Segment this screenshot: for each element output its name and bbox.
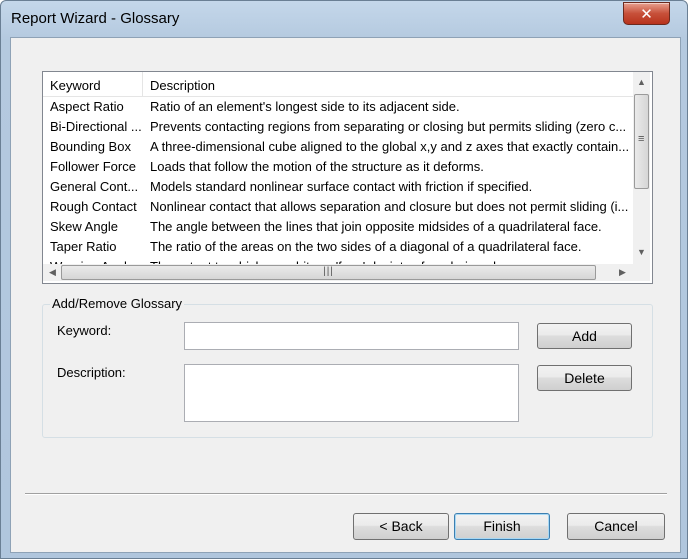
close-button[interactable]: ✕	[623, 2, 670, 25]
scroll-up-icon[interactable]: ▲	[633, 74, 650, 91]
description-cell: Models standard nonlinear surface contac…	[150, 179, 533, 194]
report-wizard-window: Report Wizard - Glossary ✕ Keyword Descr…	[0, 0, 688, 559]
description-cell: The angle between the lines that join op…	[150, 219, 602, 234]
table-row[interactable]: Rough Contact Nonlinear contact that all…	[43, 197, 633, 217]
scroll-left-icon[interactable]: ◀	[44, 264, 61, 281]
keyword-cell: Bi-Directional ...	[50, 119, 141, 134]
description-label: Description:	[57, 365, 126, 380]
add-button[interactable]: Add	[537, 323, 632, 349]
vertical-scroll-thumb[interactable]: ≡	[634, 94, 649, 189]
table-row[interactable]: Bi-Directional ... Prevents contacting r…	[43, 117, 633, 137]
delete-button[interactable]: Delete	[537, 365, 632, 391]
horizontal-scroll-thumb[interactable]: |||	[61, 265, 596, 280]
group-label: Add/Remove Glossary	[50, 296, 185, 311]
table-row[interactable]: General Cont... Models standard nonlinea…	[43, 177, 633, 197]
table-row[interactable]: Taper Ratio The ratio of the areas on th…	[43, 237, 633, 257]
column-header-description[interactable]: Description	[143, 72, 633, 96]
table-row[interactable]: Follower Force Loads that follow the mot…	[43, 157, 633, 177]
keyword-cell: General Cont...	[50, 179, 139, 194]
description-cell: The ratio of the areas on the two sides …	[150, 239, 582, 254]
keyword-cell: Aspect Ratio	[50, 99, 124, 114]
cancel-button[interactable]: Cancel	[567, 513, 665, 540]
grip-icon: ≡	[638, 133, 645, 145]
description-cell: Prevents contacting regions from separat…	[150, 119, 627, 134]
listview-header: Keyword Description	[43, 72, 633, 97]
finish-button[interactable]: Finish	[454, 513, 550, 540]
description-cell: A three-dimensional cube aligned to the …	[150, 139, 630, 154]
footer-separator	[25, 493, 667, 495]
keyword-cell: Skew Angle	[50, 219, 118, 234]
table-row[interactable]: Aspect Ratio Ratio of an element's longe…	[43, 97, 633, 117]
listview-body: Aspect Ratio Ratio of an element's longe…	[43, 97, 633, 265]
table-row[interactable]: Skew Angle The angle between the lines t…	[43, 217, 633, 237]
close-icon: ✕	[640, 5, 653, 23]
vertical-scrollbar[interactable]: ▲ ≡ ▼	[633, 72, 650, 264]
back-button[interactable]: < Back	[353, 513, 449, 540]
column-header-keyword[interactable]: Keyword	[43, 72, 143, 96]
window-title: Report Wizard - Glossary	[11, 10, 180, 27]
description-cell: Nonlinear contact that allows separation…	[150, 199, 629, 214]
keyword-field[interactable]	[184, 322, 519, 350]
table-row[interactable]: Bounding Box A three-dimensional cube al…	[43, 137, 633, 157]
keyword-cell: Bounding Box	[50, 139, 131, 154]
scroll-down-icon[interactable]: ▼	[633, 244, 650, 261]
dialog-client-area: Keyword Description Aspect Ratio Ratio o…	[10, 37, 681, 553]
description-cell: Loads that follow the motion of the stru…	[150, 159, 484, 174]
keyword-label: Keyword:	[57, 323, 112, 338]
scroll-right-icon[interactable]: ▶	[614, 264, 631, 281]
description-cell: Ratio of an element's longest side to it…	[150, 99, 460, 114]
glossary-listview[interactable]: Keyword Description Aspect Ratio Ratio o…	[42, 71, 653, 284]
horizontal-scrollbar[interactable]: ◀ ||| ▶	[43, 264, 633, 281]
scrollbar-corner	[633, 264, 650, 281]
description-field[interactable]	[184, 364, 519, 422]
keyword-cell: Follower Force	[50, 159, 136, 174]
keyword-cell: Rough Contact	[50, 199, 137, 214]
keyword-cell: Taper Ratio	[50, 239, 117, 254]
